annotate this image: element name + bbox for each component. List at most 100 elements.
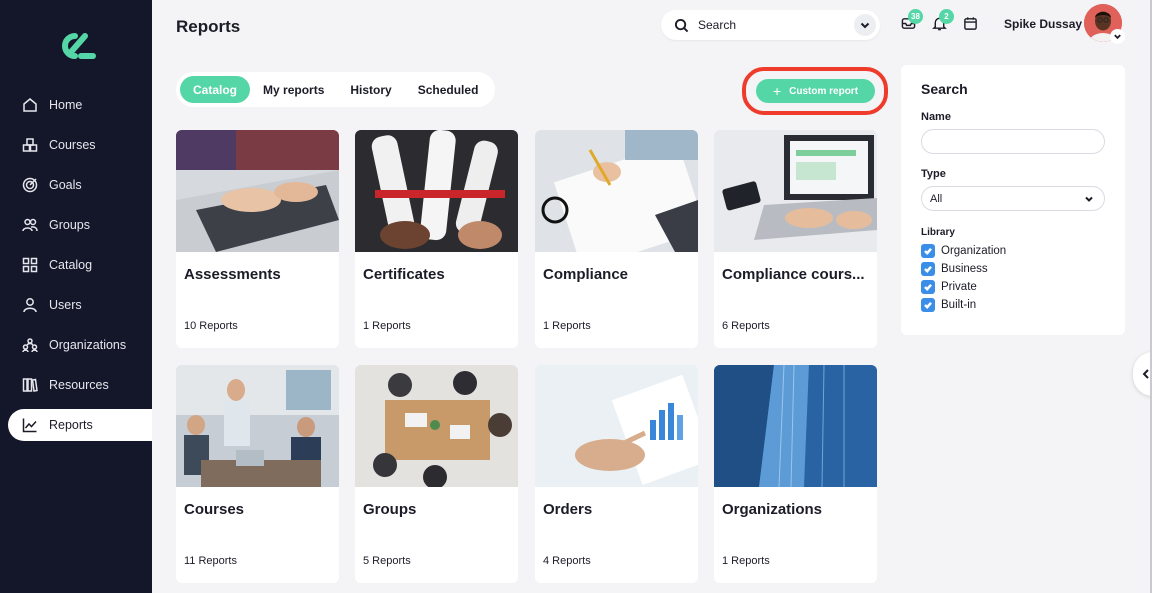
- card-count: 5 Reports: [363, 555, 411, 567]
- sidebar-item-label: Resources: [49, 378, 109, 392]
- checkbox-label: Private: [941, 281, 977, 293]
- checkbox[interactable]: [921, 298, 935, 312]
- chevron-down-icon: [1114, 34, 1121, 40]
- tab-history[interactable]: History: [337, 76, 404, 103]
- sidebar-item-users[interactable]: Users: [0, 285, 152, 325]
- card-title: Courses: [184, 501, 245, 518]
- brand-logo[interactable]: [55, 30, 97, 62]
- name-input[interactable]: [921, 129, 1105, 154]
- library-label: Library: [921, 227, 955, 238]
- sidebar-item-catalog[interactable]: Catalog: [0, 245, 152, 285]
- library-option-built-in[interactable]: Built-in: [921, 296, 1105, 314]
- report-card-compliance[interactable]: Compliance 1 Reports: [535, 130, 698, 348]
- search-icon: [674, 18, 689, 32]
- card-image: [355, 365, 518, 487]
- filter-heading: Search: [921, 81, 968, 97]
- sidebar-item-resources[interactable]: Resources: [0, 365, 152, 405]
- checkbox[interactable]: [921, 280, 935, 294]
- sidebar-item-label: Home: [49, 98, 83, 112]
- sidebar: Home Courses Goals Groups Catalog Users …: [0, 0, 152, 593]
- card-title: Organizations: [722, 501, 823, 518]
- search-input[interactable]: [698, 18, 838, 32]
- card-image: [355, 130, 518, 252]
- checkbox[interactable]: [921, 262, 935, 276]
- home-icon: [22, 97, 38, 113]
- report-card-organizations[interactable]: Organizations 1 Reports: [714, 365, 877, 583]
- library-option-business[interactable]: Business: [921, 260, 1105, 278]
- checkbox[interactable]: [921, 244, 935, 258]
- notifications-button[interactable]: 2: [932, 9, 954, 32]
- name-label: Name: [921, 111, 951, 123]
- sidebar-item-goals[interactable]: Goals: [0, 165, 152, 205]
- card-title: Certificates: [363, 266, 445, 283]
- messages-button[interactable]: 38: [901, 9, 923, 32]
- card-title: Groups: [363, 501, 417, 518]
- user-name: Spike Dussay: [1004, 17, 1083, 31]
- checkbox-label: Business: [941, 263, 988, 275]
- card-image: [535, 130, 698, 252]
- report-card-orders[interactable]: Orders 4 Reports: [535, 365, 698, 583]
- sidebar-nav: Home Courses Goals Groups Catalog Users …: [0, 85, 152, 445]
- goals-icon: [22, 177, 38, 193]
- card-image: [714, 130, 877, 252]
- card-image: [176, 365, 339, 487]
- courses-icon: [22, 137, 38, 153]
- resources-icon: [22, 377, 38, 393]
- sidebar-item-label: Courses: [49, 138, 96, 152]
- card-title: Compliance cours...: [722, 266, 865, 283]
- report-card-certificates[interactable]: Certificates 1 Reports: [355, 130, 518, 348]
- user-icon: [22, 297, 38, 313]
- check-icon: [924, 283, 932, 292]
- sidebar-item-label: Users: [49, 298, 82, 312]
- type-select[interactable]: All: [921, 186, 1105, 211]
- card-count: 1 Reports: [363, 320, 411, 332]
- chevron-down-icon: [860, 22, 870, 29]
- groups-icon: [22, 217, 38, 233]
- check-icon: [924, 301, 932, 310]
- type-selected-value: All: [930, 192, 943, 205]
- card-count: 11 Reports: [184, 555, 237, 567]
- card-title: Compliance: [543, 266, 629, 283]
- user-menu-toggle[interactable]: [1110, 29, 1125, 44]
- report-card-compliance-courses[interactable]: Compliance cours... 6 Reports: [714, 130, 877, 348]
- sidebar-item-organizations[interactable]: Organizations: [0, 325, 152, 365]
- card-count: 6 Reports: [722, 320, 770, 332]
- chevron-down-icon: [1085, 196, 1093, 202]
- card-image: [176, 130, 339, 252]
- global-search[interactable]: [661, 10, 880, 40]
- sidebar-item-reports[interactable]: Reports: [8, 409, 152, 441]
- search-filter-dropdown[interactable]: [854, 14, 876, 36]
- library-option-private[interactable]: Private: [921, 278, 1105, 296]
- card-image: [714, 365, 877, 487]
- sidebar-item-courses[interactable]: Courses: [0, 125, 152, 165]
- filter-panel: Search Name Type All Library Organizatio…: [901, 65, 1125, 335]
- tab-catalog[interactable]: Catalog: [180, 76, 251, 103]
- card-count: 4 Reports: [543, 555, 591, 567]
- checkbox-label: Built-in: [941, 299, 977, 311]
- organizations-icon: [22, 337, 38, 353]
- sidebar-item-label: Catalog: [49, 258, 93, 272]
- tab-my-reports[interactable]: My reports: [250, 76, 337, 103]
- card-title: Orders: [543, 501, 593, 518]
- report-card-assessments[interactable]: Assessments 10 Reports: [176, 130, 339, 348]
- card-title: Assessments: [184, 266, 281, 283]
- calendar-button[interactable]: [963, 16, 979, 32]
- reports-icon: [22, 417, 38, 433]
- highlight-ring: [742, 67, 888, 115]
- sidebar-item-home[interactable]: Home: [0, 85, 152, 125]
- sidebar-item-label: Goals: [49, 178, 82, 192]
- messages-badge: 38: [908, 9, 923, 24]
- card-count: 10 Reports: [184, 320, 238, 332]
- report-card-groups[interactable]: Groups 5 Reports: [355, 365, 518, 583]
- sidebar-item-label: Reports: [49, 418, 93, 432]
- page-title: Reports: [176, 17, 241, 36]
- card-count: 1 Reports: [543, 320, 591, 332]
- library-option-organization[interactable]: Organization: [921, 242, 1105, 260]
- sidebar-item-groups[interactable]: Groups: [0, 205, 152, 245]
- report-card-courses[interactable]: Courses 11 Reports: [176, 365, 339, 583]
- tab-scheduled[interactable]: Scheduled: [405, 76, 492, 103]
- sidebar-item-label: Groups: [49, 218, 90, 232]
- sidebar-item-label: Organizations: [49, 338, 127, 352]
- card-image: [535, 365, 698, 487]
- check-icon: [924, 247, 932, 256]
